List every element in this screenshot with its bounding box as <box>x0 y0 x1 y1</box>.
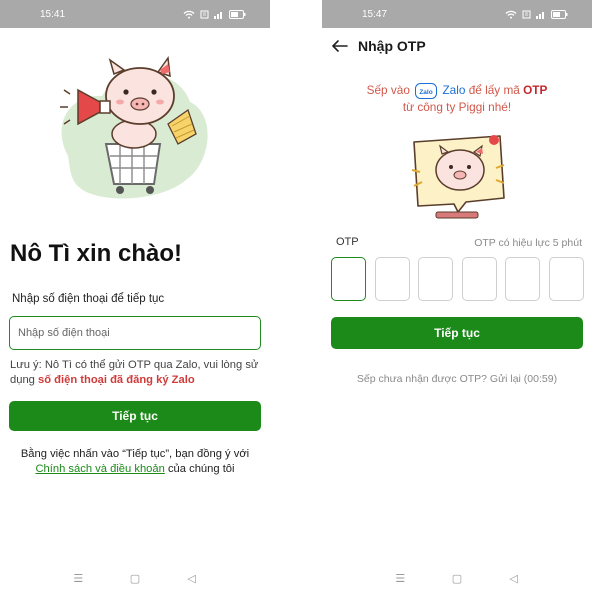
page-title: Nhập OTP <box>358 38 426 54</box>
menu-nav-icon[interactable]: ☰ <box>71 572 85 585</box>
resend-otp-link[interactable]: Sếp chưa nhận được OTP? Gửi lại (00:59) <box>322 373 592 385</box>
otp-digit-6[interactable] <box>548 257 584 301</box>
home-nav-icon[interactable]: ▢ <box>128 572 142 585</box>
instruction-otp: OTP <box>523 83 548 97</box>
terms-link[interactable]: Chính sách và điều khoản <box>35 463 164 475</box>
menu-nav-icon[interactable]: ☰ <box>393 572 407 585</box>
zalo-word: Zalo <box>442 83 466 97</box>
battery-icon <box>229 9 246 19</box>
status-time: 15:41 <box>40 8 66 20</box>
greeting-title: Nô Tì xin chào! <box>10 240 183 267</box>
otp-validity: OTP có hiệu lực 5 phút <box>474 237 582 249</box>
login-screen: 15:41 Nô Tì xin chào! Nhập số điện thoại… <box>0 0 270 600</box>
otp-digit-1[interactable] <box>331 257 366 301</box>
back-arrow-icon[interactable] <box>332 40 348 52</box>
status-bar: 15:47 <box>322 0 592 28</box>
back-nav-icon[interactable]: ◁ <box>507 572 521 585</box>
zalo-logo-icon: Zalo <box>415 82 438 99</box>
back-nav-icon[interactable]: ◁ <box>185 572 199 585</box>
instruction-part-2: để lấy mã <box>468 83 520 97</box>
sim-icon <box>522 10 531 18</box>
pig-chat-illustration <box>411 135 505 219</box>
zalo-logo-text: Zalo <box>419 89 432 96</box>
status-time: 15:47 <box>362 8 388 20</box>
otp-header: Nhập OTP <box>332 38 426 54</box>
terms-prefix: Bằng việc nhấn vào “Tiếp tục”, bạn đồng … <box>20 448 250 460</box>
wifi-icon <box>183 10 195 19</box>
battery-icon <box>551 9 568 19</box>
terms-text: Bằng việc nhấn vào “Tiếp tục”, bạn đồng … <box>0 447 270 477</box>
instruction-part-1: Sếp vào <box>366 83 410 97</box>
signal-icon <box>536 11 544 19</box>
status-bar: 15:41 <box>0 0 270 28</box>
note-highlight: số điện thoại đã đăng ký Zalo <box>38 374 195 386</box>
terms-suffix: của chúng tôi <box>167 463 235 475</box>
wifi-icon <box>505 10 517 19</box>
pig-megaphone-illustration <box>60 55 208 199</box>
otp-digit-5[interactable] <box>505 257 541 301</box>
phone-input[interactable] <box>9 316 261 350</box>
otp-screen: 15:47 Nhập OTP Sếp vào Zalo Zalo để lấy … <box>322 0 592 600</box>
home-nav-icon[interactable]: ▢ <box>450 572 464 585</box>
status-icons <box>505 9 568 19</box>
zalo-note: Lưu ý: Nô Tì có thể gửi OTP qua Zalo, vu… <box>10 358 265 388</box>
zalo-instruction: Sếp vào Zalo Zalo để lấy mã OTP từ công … <box>322 82 592 116</box>
continue-button[interactable]: Tiếp tục <box>331 317 583 349</box>
otp-digit-2[interactable] <box>374 257 410 301</box>
phone-label: Nhập số điện thoại để tiếp tục <box>12 293 165 305</box>
system-navbar: ☰ ▢ ◁ <box>0 566 270 590</box>
otp-digit-4[interactable] <box>461 257 497 301</box>
system-navbar: ☰ ▢ ◁ <box>322 566 592 590</box>
otp-label: OTP <box>336 236 359 248</box>
instruction-part-3: từ công ty Piggi nhé! <box>402 100 512 114</box>
otp-input-group <box>331 257 584 301</box>
signal-icon <box>214 11 222 19</box>
sim-icon <box>200 10 209 18</box>
otp-digit-3[interactable] <box>418 257 454 301</box>
continue-button[interactable]: Tiếp tục <box>9 401 261 431</box>
status-icons <box>183 9 246 19</box>
